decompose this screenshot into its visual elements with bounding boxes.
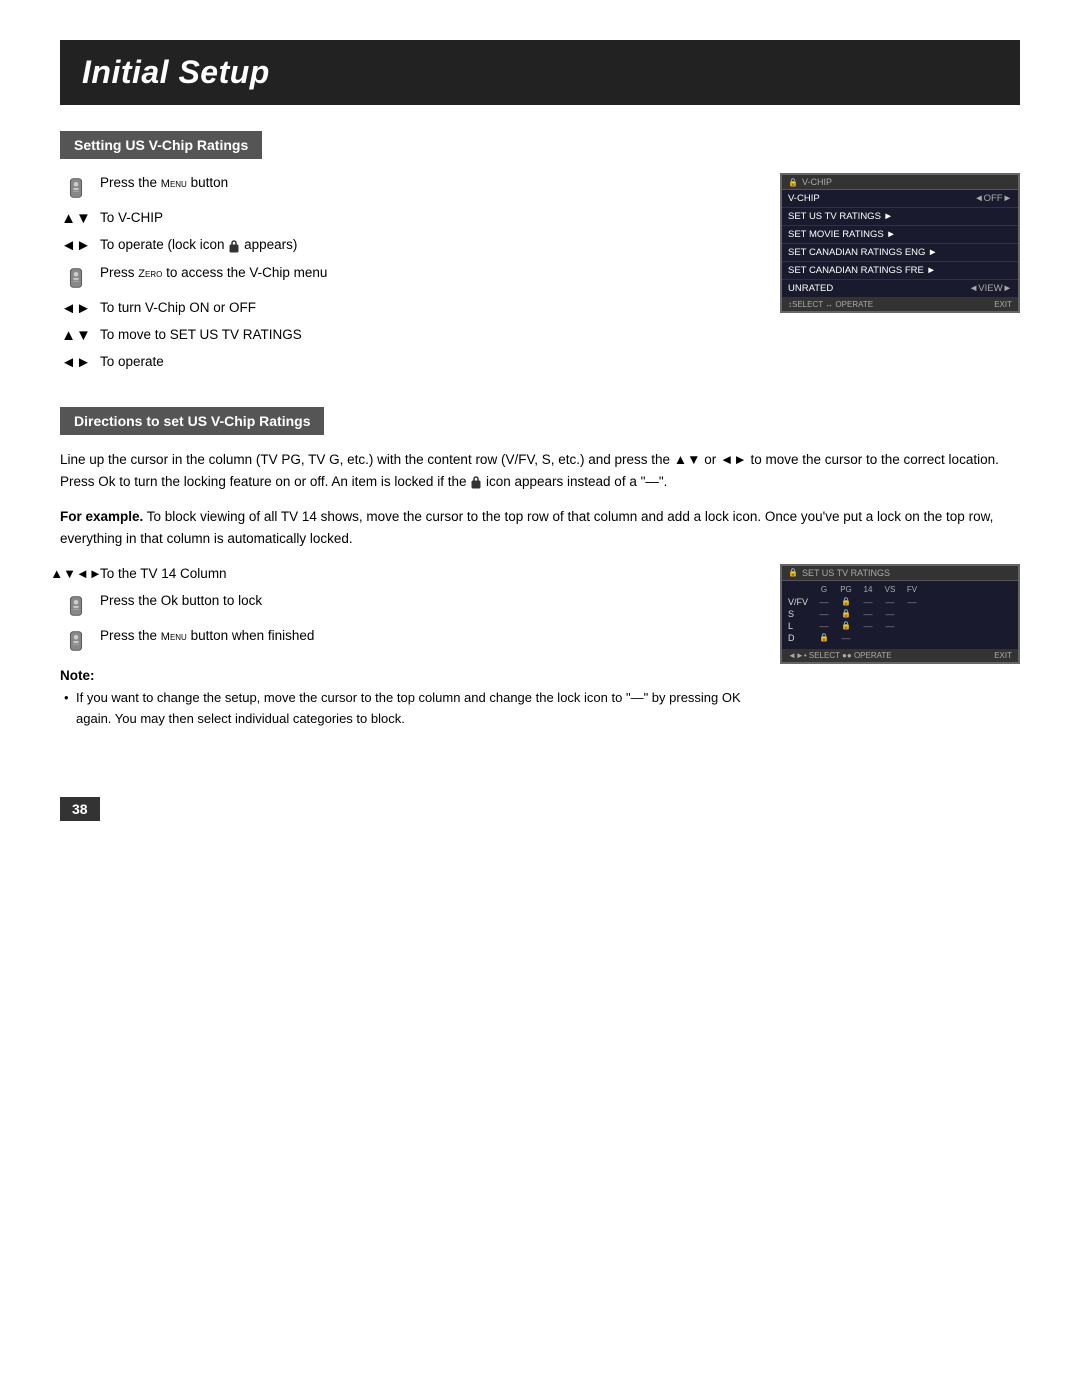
instruction-text-ok: Press the Ok button to lock — [100, 591, 750, 611]
example-paragraph: For example. To block viewing of all TV … — [60, 506, 1020, 549]
instruction-row-3: ◄► To operate (lock icon appears) — [60, 235, 750, 255]
note-section: Note: If you want to change the setup, m… — [60, 668, 750, 730]
instruction-text-7: To operate — [100, 352, 750, 372]
note-text: If you want to change the setup, move th… — [60, 688, 750, 730]
tv-menu-can-eng: SET CANADIAN RATINGS ENG ► — [782, 244, 1018, 262]
instruction-row-menu-finish: Press the Menu button when finished — [60, 626, 750, 654]
arrows-all-icon: ▲▼◄► — [60, 564, 92, 581]
instruction-row-tv14: ▲▼◄► To the TV 14 Column — [60, 564, 750, 584]
page-number: 38 — [60, 797, 100, 821]
ratings-row-vfv: V/FV — 🔒 — — — — [788, 597, 1012, 607]
ratings-col-headers: G PG 14 VS FV — [788, 585, 1012, 594]
tv-menu-us-tv: SET US TV RATINGS ► — [782, 208, 1018, 226]
instruction-text-5: To turn V-Chip ON or OFF — [100, 298, 750, 318]
section-directions: Directions to set US V-Chip Ratings Line… — [60, 407, 1020, 729]
tv-screen-vchip: 🔒 V-CHIP V-CHIP◄OFF► SET US TV RATINGS ►… — [780, 173, 1020, 313]
section1-content: Press the Menu button ▲▼ To V-CHIP ◄► To… — [60, 173, 1020, 379]
instruction-text-tv14: To the TV 14 Column — [100, 564, 750, 584]
tv-menu-can-fre: SET CANADIAN RATINGS FRE ► — [782, 262, 1018, 280]
arrows-ud-icon-2: ▲▼ — [60, 325, 92, 344]
tv-screen-footer-vchip: ↕SELECT ↔ OPERATE EXIT — [782, 298, 1018, 311]
instruction-row-7: ◄► To operate — [60, 352, 750, 372]
instruction-row-5: ◄► To turn V-Chip ON or OFF — [60, 298, 750, 318]
instruction-row-6: ▲▼ To move to SET US TV RATINGS — [60, 325, 750, 345]
instruction-row-4: Press Zero to access the V-Chip menu — [60, 263, 750, 291]
arrows-lr-icon-2: ◄► — [60, 298, 92, 317]
arrows-lr-icon-3: ◄► — [60, 352, 92, 371]
section1-instructions: Press the Menu button ▲▼ To V-CHIP ◄► To… — [60, 173, 750, 379]
ratings-screen-footer: ◄►• SELECT ●● OPERATE EXIT — [782, 649, 1018, 662]
instruction-text-6: To move to SET US TV RATINGS — [100, 325, 750, 345]
remote-icon-4 — [60, 626, 92, 654]
ratings-row-s: S — 🔒 — — — [788, 609, 1012, 619]
tv-screen-vchip-title: 🔒 V-CHIP — [782, 175, 1018, 190]
ratings-grid: G PG 14 VS FV V/FV — 🔒 — — — — [782, 581, 1018, 649]
page-title-bar: Initial Setup — [60, 40, 1020, 105]
tv-screen-ratings: 🔒 SET US TV RATINGS G PG 14 VS FV V/FV — [780, 564, 1020, 664]
instruction-text-menu-finish: Press the Menu button when finished — [100, 626, 750, 646]
ratings-row-d: D 🔒 — — [788, 633, 1012, 643]
instruction-text-4: Press Zero to access the V-Chip menu — [100, 263, 750, 283]
vchip-screen: 🔒 V-CHIP V-CHIP◄OFF► SET US TV RATINGS ►… — [780, 173, 1020, 313]
directions-description: Line up the cursor in the column (TV PG,… — [60, 449, 1020, 492]
tv-menu-movie: SET MOVIE RATINGS ► — [782, 226, 1018, 244]
section2-header: Directions to set US V-Chip Ratings — [60, 407, 324, 435]
arrows-lr-icon-1: ◄► — [60, 235, 92, 254]
instruction-text-3: To operate (lock icon appears) — [100, 235, 750, 255]
instruction-text-1: Press the Menu button — [100, 173, 750, 193]
page-title: Initial Setup — [82, 54, 998, 91]
tv-menu-unrated: UNRATED◄VIEW► — [782, 280, 1018, 298]
section1-header: Setting US V-Chip Ratings — [60, 131, 262, 159]
section2-content: ▲▼◄► To the TV 14 Column Press — [60, 564, 1020, 730]
instruction-row-2: ▲▼ To V-CHIP — [60, 208, 750, 228]
ratings-row-l: L — 🔒 — — — [788, 621, 1012, 631]
tv-menu-vchip: V-CHIP◄OFF► — [782, 190, 1018, 208]
section-vchip-setup: Setting US V-Chip Ratings Press the Menu… — [60, 131, 1020, 379]
remote-icon-3 — [60, 591, 92, 619]
note-label: Note: — [60, 668, 750, 683]
arrows-ud-icon-1: ▲▼ — [60, 208, 92, 227]
section2-instructions: ▲▼◄► To the TV 14 Column Press — [60, 564, 750, 730]
ratings-screen-title: 🔒 SET US TV RATINGS — [782, 566, 1018, 581]
remote-icon-1 — [60, 173, 92, 201]
instruction-row-1: Press the Menu button — [60, 173, 750, 201]
instruction-row-ok: Press the Ok button to lock — [60, 591, 750, 619]
remote-icon-2 — [60, 263, 92, 291]
instruction-text-2: To V-CHIP — [100, 208, 750, 228]
ratings-screen-col: 🔒 SET US TV RATINGS G PG 14 VS FV V/FV — [780, 564, 1020, 664]
